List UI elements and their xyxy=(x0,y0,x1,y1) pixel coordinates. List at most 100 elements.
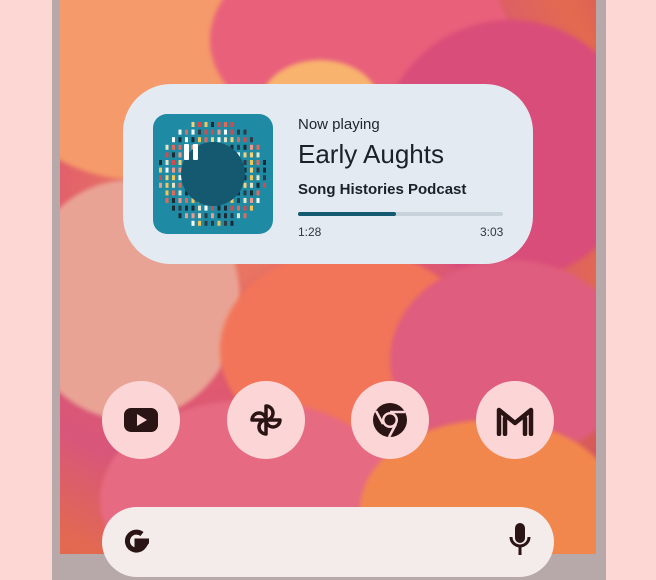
album-pattern-dot xyxy=(178,213,182,219)
album-pattern-dot xyxy=(165,144,169,150)
album-pattern-dot xyxy=(204,213,208,219)
album-pattern-dot xyxy=(204,129,208,135)
album-pattern-dot xyxy=(263,175,266,181)
album-pattern-dot xyxy=(256,175,260,181)
album-pattern-dot xyxy=(230,129,234,135)
album-pattern-dot xyxy=(250,160,253,165)
album-pattern-dot xyxy=(165,167,169,173)
album-pattern-dot xyxy=(256,198,260,203)
gmail-icon xyxy=(496,407,534,436)
album-pattern-dot xyxy=(159,175,162,181)
google-search-bar[interactable] xyxy=(102,507,554,577)
progress-bar[interactable] xyxy=(298,212,503,216)
album-pattern-dot xyxy=(172,198,175,203)
album-pattern-dot xyxy=(191,122,195,127)
album-pattern-dot xyxy=(237,205,240,211)
chrome-app-button[interactable] xyxy=(351,381,429,459)
album-pattern-dot xyxy=(224,213,227,219)
album-pattern-dot xyxy=(224,129,227,135)
album-pattern-dot xyxy=(172,167,175,173)
album-pattern-dot xyxy=(165,182,169,188)
album-pattern-dot xyxy=(243,152,247,158)
album-pattern-dot xyxy=(250,182,253,188)
gmail-app-button[interactable] xyxy=(476,381,554,459)
album-pattern-dot xyxy=(172,160,175,165)
album-pattern-dot xyxy=(198,213,201,219)
album-pattern-dot xyxy=(224,137,227,143)
album-pattern-dot xyxy=(243,213,247,219)
album-pattern-dot xyxy=(256,190,260,196)
chrome-icon xyxy=(373,403,407,438)
elapsed-time: 1:28 xyxy=(298,225,322,239)
track-title: Early Aughts xyxy=(298,139,444,169)
photos-app-button[interactable] xyxy=(227,381,305,459)
album-pattern-dot xyxy=(172,144,175,150)
album-pattern-dot xyxy=(178,182,182,188)
album-pattern-dot xyxy=(172,182,175,188)
album-pattern-dot xyxy=(211,220,214,226)
album-art xyxy=(153,114,273,234)
album-pattern-dot xyxy=(165,190,169,196)
pause-button[interactable] xyxy=(181,142,245,206)
total-time: 3:03 xyxy=(480,225,504,239)
album-pattern-dot xyxy=(243,205,247,211)
album-pattern-dot xyxy=(230,205,234,211)
album-pattern-dot xyxy=(217,122,221,127)
podcast-name: Song Histories Podcast xyxy=(298,181,467,198)
album-pattern-dot xyxy=(178,205,182,211)
album-pattern-dot xyxy=(256,152,260,158)
album-pattern-dot xyxy=(243,182,247,188)
album-pattern-dot xyxy=(165,160,169,165)
album-pattern-dot xyxy=(243,144,247,150)
album-pattern-dot xyxy=(243,129,247,135)
album-pattern-dot xyxy=(178,129,182,135)
progress-fill xyxy=(298,212,397,216)
album-pattern-dot xyxy=(250,144,253,150)
album-pattern-dot xyxy=(198,129,201,135)
album-pattern-dot xyxy=(191,213,195,219)
album-pattern-dot xyxy=(256,182,260,188)
album-pattern-dot xyxy=(250,198,253,203)
album-pattern-dot xyxy=(217,205,221,211)
album-pattern-dot xyxy=(178,198,182,203)
album-pattern-dot xyxy=(198,122,201,127)
album-pattern-dot xyxy=(243,160,247,165)
album-pattern-dot xyxy=(263,160,266,165)
media-player-widget[interactable]: Now playing Early Aughts Song Histories … xyxy=(123,84,533,264)
album-pattern-dot xyxy=(165,175,169,181)
album-pattern-dot xyxy=(211,129,214,135)
album-pattern-dot xyxy=(237,198,240,203)
album-pattern-dot xyxy=(191,220,195,226)
album-pattern-dot xyxy=(237,129,240,135)
album-pattern-dot xyxy=(185,213,188,219)
album-pattern-dot xyxy=(159,182,162,188)
album-pattern-dot xyxy=(230,122,234,127)
album-pattern-dot xyxy=(159,167,162,173)
album-pattern-dot xyxy=(243,190,247,196)
album-pattern-dot xyxy=(243,137,247,143)
album-pattern-dot xyxy=(243,198,247,203)
album-pattern-dot xyxy=(159,160,162,165)
youtube-app-button[interactable] xyxy=(102,381,180,459)
album-pattern-dot xyxy=(204,205,208,211)
album-pattern-dot xyxy=(191,205,195,211)
album-pattern-dot xyxy=(250,175,253,181)
album-pattern-dot xyxy=(185,205,188,211)
album-pattern-dot xyxy=(165,198,169,203)
album-pattern-dot xyxy=(256,167,260,173)
album-pattern-dot xyxy=(250,152,253,158)
album-pattern-dot xyxy=(224,122,227,127)
album-pattern-dot xyxy=(211,213,214,219)
album-pattern-dot xyxy=(256,160,260,165)
album-pattern-dot xyxy=(178,190,182,196)
album-pattern-dot xyxy=(185,129,188,135)
microphone-icon[interactable] xyxy=(508,521,532,557)
album-pattern-dot xyxy=(198,220,201,226)
album-pattern-dot xyxy=(172,175,175,181)
album-pattern-dot xyxy=(198,205,201,211)
pinwheel-icon xyxy=(250,404,282,436)
now-playing-label: Now playing xyxy=(298,116,380,133)
album-pattern-dot xyxy=(230,137,234,143)
album-pattern-dot xyxy=(256,144,260,150)
album-pattern-dot xyxy=(237,137,240,143)
